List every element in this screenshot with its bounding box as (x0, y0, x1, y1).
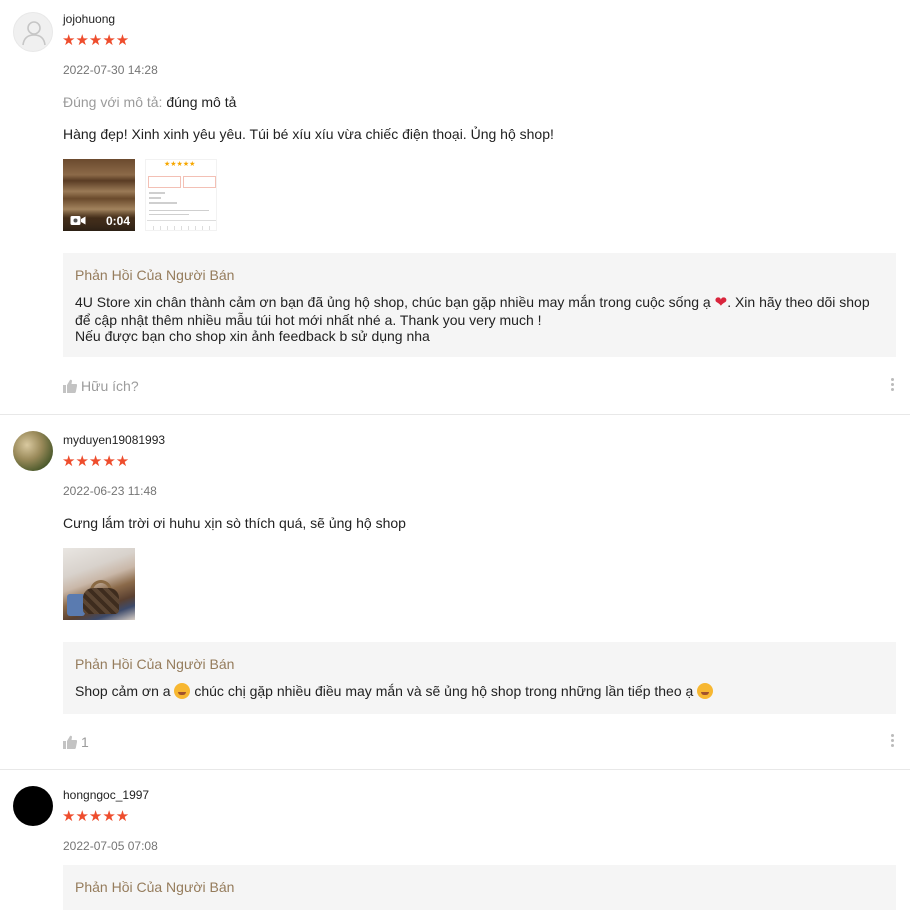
seller-reply-text: 4U Store xin chân thành cảm ơn bạn đã ủn… (75, 294, 870, 344)
review-date: 2022-07-05 07:08 (63, 839, 158, 853)
star-rating: ★★★★★ (62, 32, 130, 49)
seller-reply: Phản Hồi Của Người Bán (63, 865, 896, 910)
screenshot-line (149, 197, 161, 199)
screenshot-line (149, 202, 177, 204)
review-item: jojohuong ★★★★★ 2022-07-30 14:28 Đúng vớ… (0, 0, 910, 415)
video-duration: 0:04 (105, 214, 130, 228)
helpful-count: 1 (81, 734, 89, 750)
seller-reply: Phản Hồi Của Người Bán 4U Store xin chân… (63, 253, 896, 357)
reviewer-username[interactable]: jojohuong (63, 12, 115, 26)
more-vertical-icon[interactable] (891, 378, 895, 394)
attribute-value: đúng mô tả (166, 94, 237, 110)
reviewer-username[interactable]: myduyen19081993 (63, 433, 165, 447)
seller-reply-title: Phản Hồi Của Người Bán (75, 656, 235, 672)
product-attribute: Đúng với mô tả: đúng mô tả (63, 94, 236, 110)
reviewer-username[interactable]: hongngoc_1997 (63, 788, 149, 802)
seller-reply-title: Phản Hồi Của Người Bán (75, 267, 235, 283)
star-rating: ★★★★★ (62, 808, 130, 825)
seller-reply: Phản Hồi Của Người Bán Shop cảm ơn a chú… (63, 642, 896, 714)
image-detail (83, 588, 119, 614)
default-avatar-icon (22, 21, 46, 46)
seller-reply-title: Phản Hồi Của Người Bán (75, 879, 235, 895)
seller-reply-text: Shop cảm ơn a chúc chị gặp nhiều điều ma… (75, 683, 890, 700)
user-avatar[interactable] (13, 12, 53, 52)
thumbs-up-icon (63, 379, 77, 393)
heart-icon: ❤ (714, 294, 728, 311)
screenshot-box (183, 176, 216, 188)
thumbs-up-icon (63, 735, 77, 749)
review-image-thumbnail[interactable] (63, 548, 135, 620)
user-avatar[interactable] (13, 431, 53, 471)
review-item: myduyen19081993 ★★★★★ 2022-06-23 11:48 C… (0, 415, 910, 770)
review-item: hongngoc_1997 ★★★★★ 2022-07-05 07:08 Phả… (0, 770, 910, 910)
helpful-button[interactable]: Hữu ích? (63, 378, 139, 394)
review-image-thumbnail[interactable]: ★★★★★ (145, 159, 217, 231)
screenshot-line (149, 192, 165, 194)
video-camera-icon (70, 216, 86, 225)
star-rating: ★★★★★ (62, 453, 130, 470)
helpful-button[interactable]: 1 (63, 734, 89, 750)
smile-emoji-icon (174, 683, 191, 699)
review-date: 2022-07-30 14:28 (63, 63, 158, 77)
review-comment: Hàng đẹp! Xinh xinh yêu yêu. Túi bé xíu … (63, 126, 554, 142)
screenshot-keyboard (147, 220, 216, 230)
more-vertical-icon[interactable] (891, 734, 895, 750)
smile-emoji-icon (697, 683, 714, 699)
review-date: 2022-06-23 11:48 (63, 484, 157, 498)
screenshot-line (149, 210, 209, 211)
helpful-label: Hữu ích? (81, 378, 139, 394)
review-video-thumbnail[interactable]: 0:04 (63, 159, 135, 231)
review-comment: Cưng lắm trời ơi huhu xịn sò thích quá, … (63, 515, 406, 531)
screenshot-box (148, 176, 181, 188)
screenshot-line (149, 214, 189, 215)
attribute-label: Đúng với mô tả: (63, 94, 163, 110)
screenshot-stars: ★★★★★ (164, 161, 196, 168)
user-avatar[interactable] (13, 786, 53, 826)
